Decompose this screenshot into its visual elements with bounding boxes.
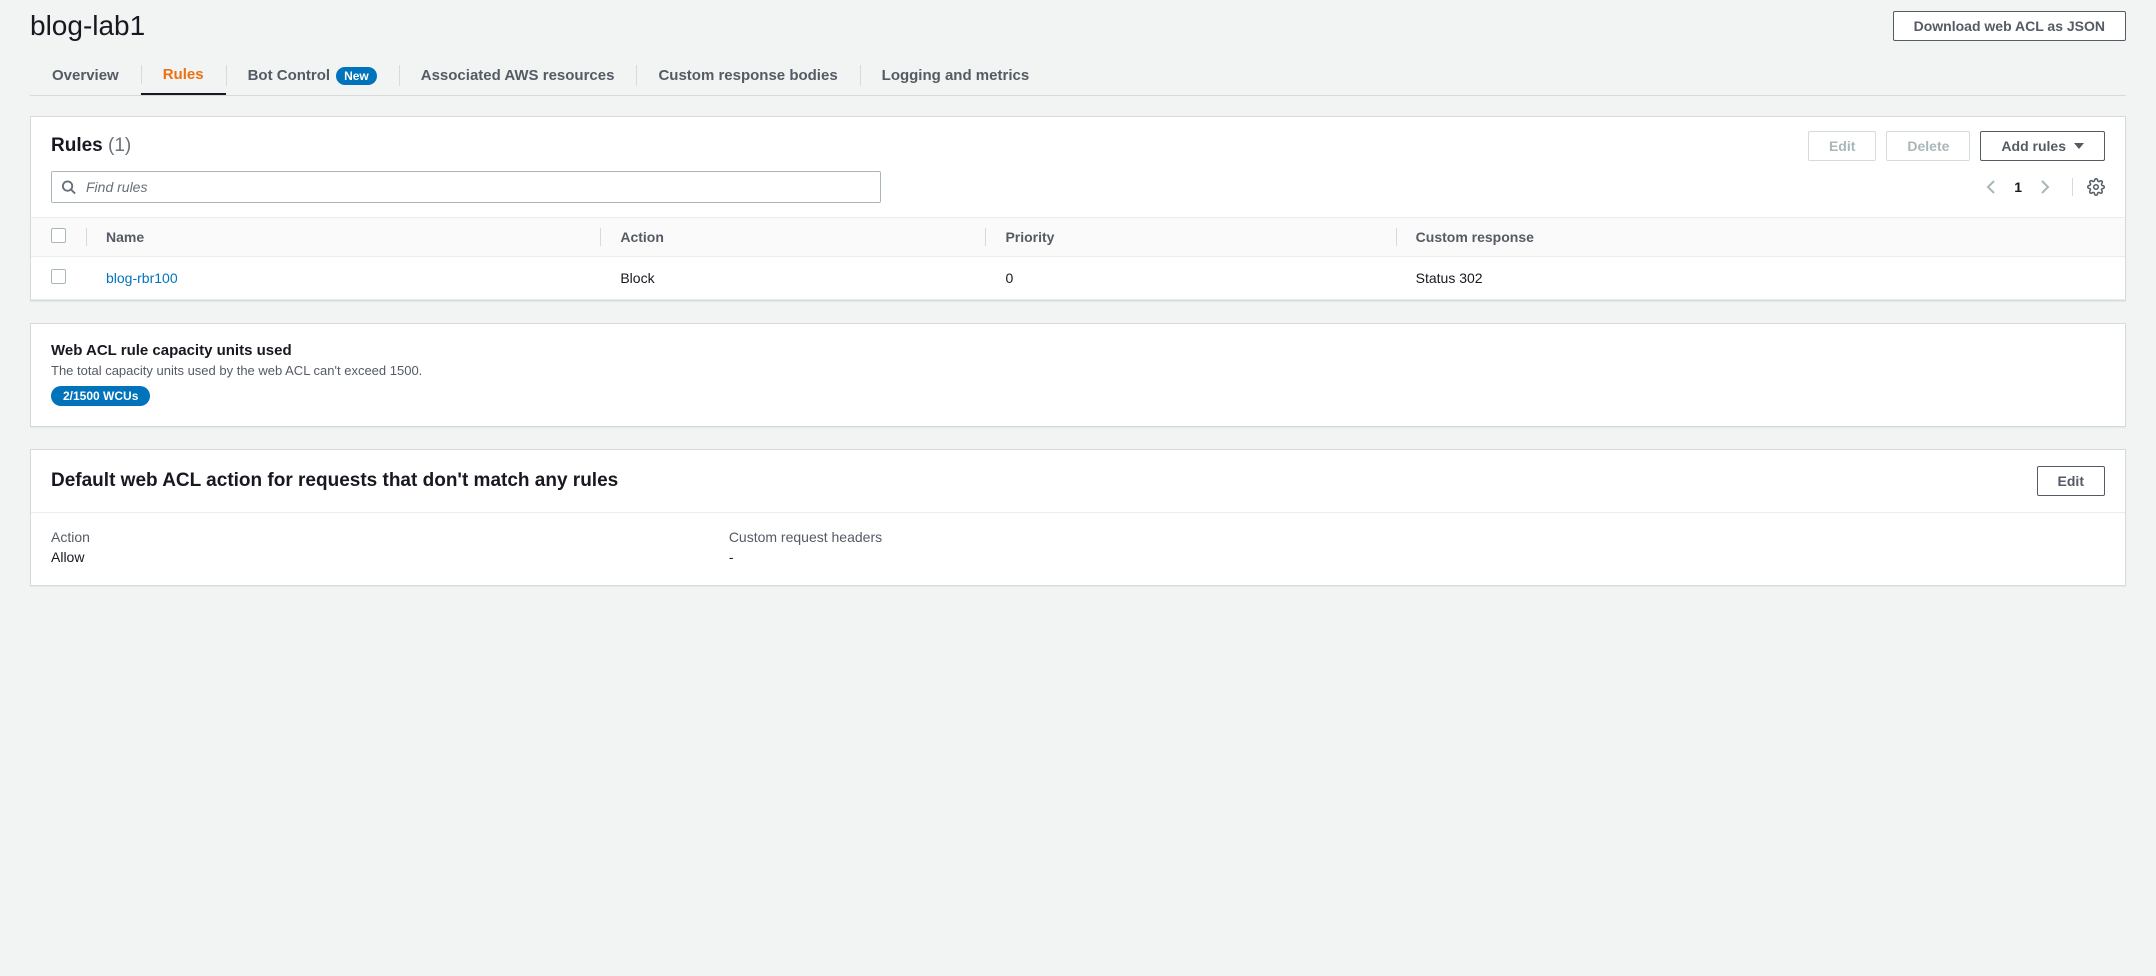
new-badge: New: [336, 67, 377, 85]
search-icon: [61, 180, 76, 195]
tab-bot-control[interactable]: Bot Control New: [226, 56, 399, 95]
rule-custom-response: Status 302: [1396, 257, 2125, 300]
rules-panel: Rules (1) Edit Delete Add rules: [30, 116, 2126, 301]
rules-count: (1): [108, 135, 131, 156]
tab-logging-metrics[interactable]: Logging and metrics: [860, 56, 1052, 95]
add-rules-button[interactable]: Add rules: [1980, 131, 2105, 161]
rule-action: Block: [600, 257, 985, 300]
prev-page-button[interactable]: [1986, 179, 1996, 195]
default-action-panel: Default web ACL action for requests that…: [30, 449, 2126, 586]
default-action-title: Default web ACL action for requests that…: [51, 470, 618, 492]
capacity-panel: Web ACL rule capacity units used The tot…: [30, 323, 2126, 427]
tab-custom-response-bodies[interactable]: Custom response bodies: [636, 56, 859, 95]
tab-label: Overview: [52, 67, 119, 84]
caret-down-icon: [2074, 143, 2084, 149]
row-checkbox[interactable]: [51, 269, 66, 284]
page-number: 1: [2014, 179, 2022, 195]
next-page-button[interactable]: [2040, 179, 2050, 195]
tab-label: Bot Control: [248, 67, 330, 84]
capacity-pill: 2/1500 WCUs: [51, 386, 150, 406]
tab-rules[interactable]: Rules: [141, 56, 226, 95]
tab-label: Custom response bodies: [658, 67, 837, 84]
capacity-description: The total capacity units used by the web…: [51, 363, 2105, 378]
delete-rule-button[interactable]: Delete: [1886, 131, 1970, 161]
tabs: Overview Rules Bot Control New Associate…: [30, 56, 2126, 96]
edit-default-action-button[interactable]: Edit: [2037, 466, 2105, 496]
tab-overview[interactable]: Overview: [30, 56, 141, 95]
search-input[interactable]: [51, 171, 881, 203]
col-name[interactable]: Name: [86, 218, 600, 257]
col-custom-response[interactable]: Custom response: [1396, 218, 2125, 257]
headers-value: -: [729, 549, 1407, 565]
tab-label: Logging and metrics: [882, 67, 1030, 84]
col-priority[interactable]: Priority: [985, 218, 1395, 257]
rules-title-text: Rules: [51, 135, 103, 156]
rules-title: Rules (1): [51, 135, 131, 157]
page-title: blog-lab1: [30, 10, 145, 42]
action-label: Action: [51, 529, 729, 545]
action-value: Allow: [51, 549, 729, 565]
col-action[interactable]: Action: [600, 218, 985, 257]
settings-button[interactable]: [2072, 178, 2105, 196]
capacity-title: Web ACL rule capacity units used: [51, 342, 2105, 359]
tab-label: Associated AWS resources: [421, 67, 615, 84]
download-json-button[interactable]: Download web ACL as JSON: [1893, 11, 2126, 41]
tab-associated-resources[interactable]: Associated AWS resources: [399, 56, 637, 95]
rule-name-link[interactable]: blog-rbr100: [106, 270, 178, 286]
headers-label: Custom request headers: [729, 529, 1407, 545]
tab-label: Rules: [163, 66, 204, 83]
add-rules-label: Add rules: [2001, 138, 2066, 154]
rule-priority: 0: [985, 257, 1395, 300]
select-all-checkbox[interactable]: [51, 228, 66, 243]
rules-table: Name Action Priority Custom response blo…: [31, 217, 2125, 300]
edit-rule-button[interactable]: Edit: [1808, 131, 1876, 161]
table-row: blog-rbr100 Block 0 Status 302: [31, 257, 2125, 300]
